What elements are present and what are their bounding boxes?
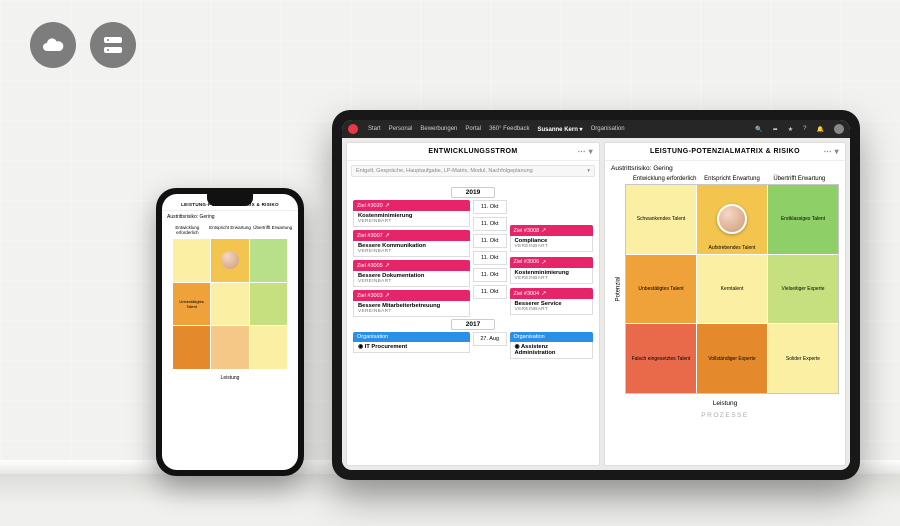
phone-matrix-footer: Leistung [162, 371, 298, 385]
nav-user-dropdown[interactable]: Susanne Kern [538, 126, 583, 133]
date-badge: 11. Okt [473, 285, 507, 299]
goal-card[interactable]: Ziel #3008↗ ComplianceVEREINBART [510, 225, 594, 254]
left-panel-title: ENTWICKLUNGSSTROM ⋯ ▾ [347, 143, 599, 161]
org-card[interactable]: Organisation ◉ IT Procurement [353, 332, 470, 359]
matrix-side-label: Potenzial [611, 184, 625, 394]
phone-col-header: Entspricht Erwartung [209, 225, 252, 235]
stream-filter-dropdown[interactable]: Entgelt, Gespräche, Hauptaufgabe, LP-Mat… [351, 165, 595, 177]
matrix-cell[interactable]: Aufstrebendes Talent [697, 185, 767, 254]
avatar [221, 251, 239, 269]
phone-screen: LEISTUNG-POTENZIALMATRIX & RISIKO Austri… [162, 194, 298, 470]
avatar [717, 204, 747, 234]
matrix-footer: Leistung [605, 397, 845, 410]
server-icon[interactable] [90, 22, 136, 68]
right-panel-title: LEISTUNG-POTENZIALMATRIX & RISIKO ⋯ ▾ [605, 143, 845, 161]
goal-card[interactable]: Ziel #3006↗ KostenminimierungVEREINBART [510, 257, 594, 286]
goal-card[interactable]: Ziel #3007↗ Bessere KommunikationVEREINB… [353, 230, 470, 257]
stream-content: 2019 Ziel #3020↗ KostenminimierungVEREIN… [347, 181, 599, 465]
phone-col-header: Entwicklung erforderlich [166, 225, 209, 235]
user-avatar-icon[interactable] [834, 124, 844, 134]
chevron-down-icon: ▾ [587, 168, 590, 174]
year-badge: 2019 [451, 187, 495, 198]
nav-item[interactable]: Personal [389, 126, 413, 133]
matrix-cell[interactable]: Erstklassiges Talent [768, 185, 838, 254]
potential-matrix-panel: LEISTUNG-POTENZIALMATRIX & RISIKO ⋯ ▾ Au… [604, 142, 846, 466]
matrix-cell[interactable]: Schwankendes Talent [626, 185, 696, 254]
year-badge: 2017 [451, 319, 495, 330]
help-icon[interactable]: ? [803, 126, 806, 132]
bookmark-icon[interactable]: ★ [788, 126, 793, 133]
external-link-icon: ↗ [385, 262, 390, 269]
goal-card[interactable]: Ziel #3003↗ Bessere Mitarbeiterbetreuung… [353, 290, 470, 317]
risk-label: Austrittsrisiko: Gering [605, 161, 845, 176]
date-badge: 11. Okt [473, 268, 507, 282]
app-topbar: Start Personal Bewerbungen Portal 360° F… [342, 120, 850, 138]
nav-item[interactable]: Bewerbungen [420, 126, 457, 133]
matrix-cell[interactable]: Unbestätigtes Talent [626, 255, 696, 324]
goal-card[interactable]: Ziel #3005↗ Bessere DokumentationVEREINB… [353, 260, 470, 287]
org-card[interactable]: Organisation ◉ Assistenz Administration [510, 332, 594, 359]
tablet-body: ENTWICKLUNGSSTROM ⋯ ▾ Entgelt, Gespräche… [342, 138, 850, 470]
development-stream-panel: ENTWICKLUNGSSTROM ⋯ ▾ Entgelt, Gespräche… [346, 142, 600, 466]
date-badge: 11. Okt [473, 217, 507, 231]
nav-item[interactable]: Organisation [591, 126, 625, 133]
external-link-icon: ↗ [541, 227, 546, 234]
phone-mockup: LEISTUNG-POTENZIALMATRIX & RISIKO Austri… [156, 188, 304, 476]
matrix-cell[interactable]: Vollständiger Experte [697, 324, 767, 393]
external-link-icon: ↗ [541, 259, 546, 266]
matrix-cell[interactable]: Solider Experte [768, 324, 838, 393]
search-icon[interactable]: 🔍 [755, 126, 762, 133]
phone-risk-label: Austrittsrisiko: Gering [162, 211, 298, 223]
app-logo-icon [348, 124, 358, 134]
cloud-icon[interactable] [30, 22, 76, 68]
matrix-cell[interactable]: Vielseitiger Experte [768, 255, 838, 324]
date-badge: 27. Aug [473, 332, 507, 346]
shelf-shadow [0, 474, 900, 526]
external-link-icon: ↗ [385, 202, 390, 209]
date-badge: 11. Okt [473, 200, 507, 214]
goal-card[interactable]: Ziel #3020↗ KostenminimierungVEREINBART [353, 200, 470, 227]
matrix-cell[interactable]: Kerntalent [697, 255, 767, 324]
notifications-icon[interactable]: 🔔 [817, 126, 824, 133]
phone-matrix-grid: Unbestätigtes Talent [173, 239, 287, 369]
phone-notch [207, 194, 253, 206]
date-badge: 11. Okt [473, 251, 507, 265]
phone-col-header: Übertrifft Erwartung [251, 225, 294, 235]
main-nav: Start Personal Bewerbungen Portal 360° F… [368, 126, 625, 133]
tablet-mockup: Start Personal Bewerbungen Portal 360° F… [332, 110, 860, 480]
tablet-screen: Start Personal Bewerbungen Portal 360° F… [342, 120, 850, 470]
nav-item[interactable]: Start [368, 126, 381, 133]
matrix-cell[interactable]: Falsch eingesetztes Talent [626, 324, 696, 393]
panel-menu-icon[interactable]: ⋯ ▾ [824, 147, 839, 156]
phone-matrix-headers: Entwicklung erforderlich Entspricht Erwa… [162, 223, 298, 237]
date-badge: 11. Okt [473, 234, 507, 248]
external-link-icon: ↗ [541, 290, 546, 297]
nav-item[interactable]: Portal [465, 126, 481, 133]
deployment-icons [30, 22, 136, 68]
processes-section-label: PROZESSE [605, 410, 845, 419]
share-icon[interactable]: ➦ [773, 126, 778, 133]
matrix-grid: Schwankendes Talent Aufstrebendes Talent… [625, 184, 839, 394]
matrix-col-headers: Entwicklung erforderlich Entspricht Erwa… [605, 176, 845, 184]
goal-card[interactable]: Ziel #3004↗ Besserer ServiceVEREINBART [510, 288, 594, 317]
external-link-icon: ↗ [385, 232, 390, 239]
panel-menu-icon[interactable]: ⋯ ▾ [578, 147, 593, 156]
external-link-icon: ↗ [385, 292, 390, 299]
nav-item[interactable]: 360° Feedback [489, 126, 529, 133]
